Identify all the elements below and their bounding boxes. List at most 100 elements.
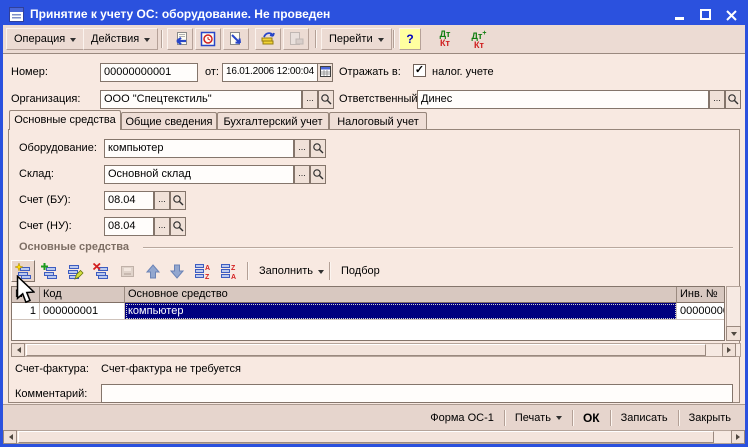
svg-text:Z: Z	[205, 274, 210, 280]
account-nu-input[interactable]: 08.04	[104, 217, 154, 236]
organization-label: Организация:	[11, 93, 80, 105]
edit-row-icon[interactable]	[63, 260, 87, 282]
maximize-icon[interactable]	[697, 7, 713, 21]
calendar-icon[interactable]	[317, 63, 333, 82]
help-icon[interactable]: ?	[399, 28, 421, 50]
sort-asc-icon[interactable]: A Z	[191, 260, 215, 282]
magnifier-icon[interactable]	[318, 90, 334, 109]
ellipsis-button[interactable]: ...	[154, 191, 170, 210]
ok-button[interactable]: ОК	[573, 408, 610, 428]
end-edit-icon[interactable]	[115, 260, 139, 282]
svg-text:Z: Z	[231, 265, 236, 272]
pick-button[interactable]: Подбор	[335, 260, 386, 282]
tab-tax-accounting[interactable]: Налоговый учет	[329, 112, 427, 130]
toolbar-separator	[393, 30, 394, 48]
magnifier-icon[interactable]	[170, 191, 186, 210]
scrollbar-thumb[interactable]	[18, 431, 714, 443]
document-window: Принятие к учету ОС: оборудование. Не пр…	[0, 0, 748, 447]
scroll-down-icon[interactable]	[726, 326, 741, 341]
cell-inv[interactable]: 00000000	[677, 303, 724, 320]
scroll-left-icon[interactable]	[11, 343, 25, 357]
dtkt-tax-postings-button[interactable]: Дт+ Кт	[465, 28, 493, 50]
fill-button[interactable]: Заполнить	[253, 260, 330, 282]
tax-checkbox-label: налог. учете	[432, 66, 494, 78]
svg-text:A: A	[231, 274, 236, 280]
tab-accounting[interactable]: Бухгалтерский учет	[217, 112, 329, 130]
toolbar-separator	[315, 30, 316, 48]
ellipsis-button[interactable]: ...	[294, 165, 310, 184]
set-time-icon[interactable]	[195, 28, 221, 50]
print-button[interactable]: Печать	[505, 408, 572, 428]
chevron-down-icon	[70, 38, 76, 45]
delete-row-icon[interactable]	[89, 260, 113, 282]
cell-code[interactable]: 000000001	[40, 303, 125, 320]
ellipsis-button[interactable]: ...	[154, 217, 170, 236]
section-title: Основные средства	[19, 241, 129, 253]
organization-input[interactable]: ООО "Спецтекстиль"	[100, 90, 302, 109]
clear-posting-icon[interactable]	[283, 28, 309, 50]
window-icon	[9, 7, 24, 22]
ellipsis-button[interactable]: ...	[709, 90, 725, 109]
copy-row-icon[interactable]	[37, 260, 61, 282]
window-title: Принятие к учету ОС: оборудование. Не пр…	[30, 7, 665, 21]
chevron-down-icon	[556, 416, 562, 423]
scroll-right-icon[interactable]	[731, 430, 745, 444]
comment-label: Комментарий:	[15, 388, 87, 400]
toolbar-separator	[329, 262, 330, 280]
scroll-left-icon[interactable]	[3, 430, 17, 444]
chevron-down-icon	[144, 38, 150, 45]
invoice-status: Счет-фактура не требуется	[101, 363, 241, 375]
tab-fixed-assets[interactable]: Основные средства	[9, 110, 121, 130]
magnifier-icon[interactable]	[310, 139, 326, 158]
goto-menu-button[interactable]: Перейти	[321, 28, 392, 50]
column-header-inv[interactable]: Инв. №	[677, 287, 724, 303]
minimize-icon[interactable]	[671, 7, 687, 21]
magnifier-icon[interactable]	[725, 90, 741, 109]
ellipsis-button[interactable]: ...	[302, 90, 318, 109]
form-os1-button[interactable]: Форма ОС-1	[420, 408, 504, 428]
column-header-code[interactable]: Код	[40, 287, 125, 303]
main-toolbar: Операция Действия	[3, 25, 745, 54]
tab-general-info[interactable]: Общие сведения	[121, 112, 217, 130]
operation-menu-button[interactable]: Операция	[6, 28, 84, 50]
cell-n[interactable]: 1	[12, 303, 40, 320]
movements-icon[interactable]	[255, 28, 281, 50]
chevron-down-icon	[318, 270, 324, 277]
warehouse-input[interactable]: Основной склад	[104, 165, 294, 184]
svg-text:A: A	[205, 265, 210, 272]
account-bu-input[interactable]: 08.04	[104, 191, 154, 210]
scrollbar-thumb[interactable]	[26, 344, 706, 356]
actions-menu-button[interactable]: Действия	[83, 28, 158, 50]
move-up-icon[interactable]	[143, 260, 163, 282]
date-input[interactable]: 16.01.2006 12:00:04	[222, 63, 318, 82]
magnifier-icon[interactable]	[310, 165, 326, 184]
number-input[interactable]: 00000000001	[100, 63, 198, 82]
post-icon[interactable]	[223, 28, 249, 50]
dtkt-postings-button[interactable]: Дт Кт	[431, 28, 459, 50]
toolbar-separator	[247, 262, 248, 280]
warehouse-label: Склад:	[19, 168, 54, 180]
ellipsis-button[interactable]: ...	[294, 139, 310, 158]
equipment-label: Оборудование:	[19, 142, 97, 154]
close-icon[interactable]	[723, 7, 739, 21]
tax-checkbox[interactable]	[413, 64, 426, 77]
account-bu-label: Счет (БУ):	[19, 194, 71, 206]
column-header-asset[interactable]: Основное средство	[125, 287, 677, 303]
section-divider	[143, 247, 733, 248]
equipment-input[interactable]: компьютер	[104, 139, 294, 158]
cell-asset-selected[interactable]: компьютер	[125, 303, 677, 320]
save-button[interactable]: Записать	[611, 408, 678, 428]
close-button[interactable]: Закрыть	[679, 408, 741, 428]
magnifier-icon[interactable]	[170, 217, 186, 236]
toolbar-separator	[161, 30, 162, 48]
invoice-label: Счет-фактура:	[15, 363, 89, 375]
sort-desc-icon[interactable]: Z A	[217, 260, 241, 282]
move-down-icon[interactable]	[167, 260, 187, 282]
reflect-label: Отражать в:	[339, 66, 401, 78]
reread-icon[interactable]	[167, 28, 193, 50]
scroll-right-icon[interactable]	[722, 343, 736, 357]
date-label: от:	[205, 66, 219, 78]
responsible-input[interactable]: Динес	[417, 90, 709, 109]
comment-input[interactable]	[101, 384, 733, 403]
window-controls	[671, 7, 739, 21]
